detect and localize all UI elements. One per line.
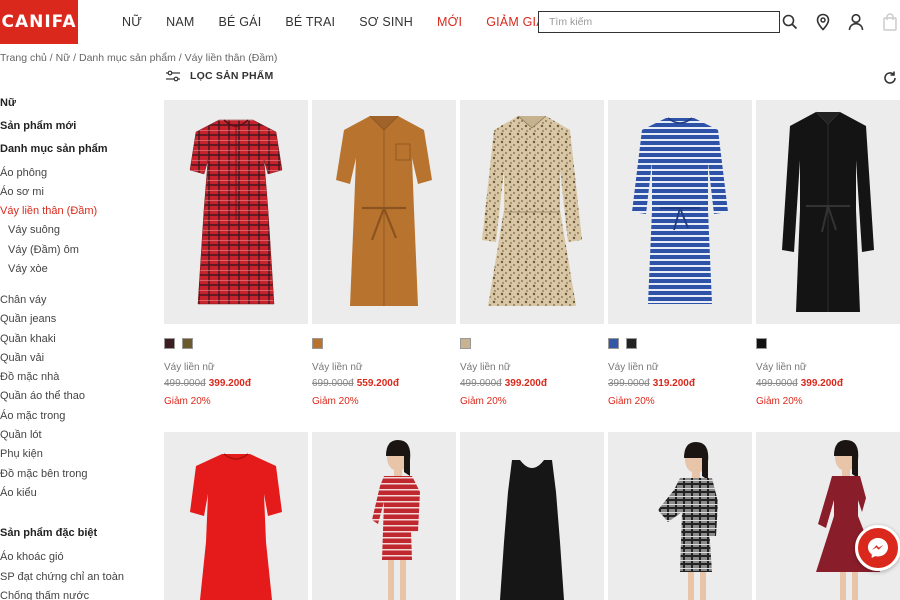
messenger-chat-button[interactable] (855, 525, 900, 571)
sidebar-item-do-mac-ben-trong[interactable]: Đồ mặc bên trong (0, 468, 87, 480)
search-icon[interactable] (780, 12, 800, 32)
sidebar-item-ao-so-mi[interactable]: Áo sơ mi (0, 186, 44, 198)
sidebar-item-san-pham-dac-biet[interactable]: Sản phẩm đặc biệt (0, 527, 97, 539)
refresh-icon[interactable] (882, 70, 898, 86)
nav-item-so-sinh[interactable]: SƠ SINH (359, 15, 413, 29)
sidebar-item-nu[interactable]: Nữ (0, 97, 16, 109)
nav-item-be-trai[interactable]: BÉ TRAI (285, 15, 335, 29)
sidebar-item-do-mac-nha[interactable]: Đồ mặc nhà (0, 371, 59, 383)
old-price: 499.000đ (756, 378, 798, 389)
product-price: 499.000đ 399.200đ (164, 378, 251, 389)
discount-label: Giảm 20% (460, 396, 507, 407)
sidebar-item-vay-xoe[interactable]: Váy xòe (8, 263, 48, 275)
sidebar-item-vay-om[interactable]: Váy (Đầm) ôm (8, 244, 79, 256)
color-swatch[interactable] (608, 338, 619, 349)
color-swatch[interactable] (182, 338, 193, 349)
filter-label: LỌC SẢN PHẨM (190, 70, 274, 82)
discount-label: Giảm 20% (164, 396, 211, 407)
sidebar-item-quan-jeans[interactable]: Quần jeans (0, 313, 56, 325)
search-input[interactable] (538, 11, 780, 33)
product-name[interactable]: Váy liền nữ (460, 362, 511, 373)
filter-icon (166, 70, 180, 82)
old-price: 499.000đ (460, 378, 502, 389)
nav-item-nu[interactable]: NỮ (122, 15, 142, 29)
product-name[interactable]: Váy liền nữ (164, 362, 215, 373)
product-price: 699.000đ 559.200đ (312, 378, 399, 389)
color-swatch[interactable] (626, 338, 637, 349)
sidebar-item-vay-lien-than[interactable]: Váy liền thân (Đầm) (0, 205, 97, 217)
site-header: CANIFA NỮ NAM BÉ GÁI BÉ TRAI SƠ SINH MỚI… (0, 0, 900, 44)
nav-item-nam[interactable]: NAM (166, 15, 194, 29)
product-image[interactable] (608, 432, 752, 600)
color-swatches (460, 338, 478, 349)
filter-toggle[interactable]: LỌC SẢN PHẨM (166, 70, 273, 82)
sidebar-item-ao-mac-trong[interactable]: Áo mặc trong (0, 410, 65, 422)
location-icon[interactable] (813, 12, 833, 32)
sale-price: 399.200đ (800, 378, 843, 389)
canifa-logo[interactable]: CANIFA (0, 0, 78, 44)
product-image[interactable] (460, 100, 604, 324)
sale-price: 399.200đ (504, 378, 547, 389)
product-name[interactable]: Váy liền nữ (756, 362, 807, 373)
sidebar-item-danh-muc[interactable]: Danh mục sản phẩm (0, 143, 108, 155)
sidebar-item-san-pham-moi[interactable]: Sản phẩm mới (0, 120, 76, 132)
product-image[interactable] (164, 100, 308, 324)
sale-price: 559.200đ (356, 378, 399, 389)
cart-icon[interactable] (880, 12, 900, 32)
old-price: 399.000đ (608, 378, 650, 389)
old-price: 499.000đ (164, 378, 206, 389)
sidebar-item-quan-khaki[interactable]: Quần khaki (0, 333, 56, 345)
product-name[interactable]: Váy liền nữ (312, 362, 363, 373)
product-name[interactable]: Váy liền nữ (608, 362, 659, 373)
nav-item-moi[interactable]: MỚI (437, 15, 462, 29)
sidebar-item-sp-chung-chi[interactable]: SP đạt chứng chỉ an toàn (0, 571, 124, 583)
color-swatch[interactable] (460, 338, 471, 349)
user-icon[interactable] (846, 12, 866, 32)
discount-label: Giảm 20% (312, 396, 359, 407)
sale-price: 319.200đ (652, 378, 695, 389)
color-swatches (164, 338, 200, 349)
sidebar-item-vay-suong[interactable]: Váy suông (8, 224, 60, 236)
nav-item-be-gai[interactable]: BÉ GÁI (219, 15, 262, 29)
color-swatch[interactable] (756, 338, 767, 349)
product-image[interactable] (608, 100, 752, 324)
sidebar-item-quan-vai[interactable]: Quần vải (0, 352, 44, 364)
sale-price: 399.200đ (208, 378, 251, 389)
sidebar-item-chan-vay[interactable]: Chân váy (0, 294, 46, 306)
color-swatch[interactable] (164, 338, 175, 349)
nav-item-giam-gia[interactable]: GIẢM GIÁ (486, 15, 545, 29)
product-price: 499.000đ 399.200đ (756, 378, 843, 389)
sidebar-item-ao-kieu[interactable]: Áo kiểu (0, 487, 37, 499)
product-image[interactable] (164, 432, 308, 600)
color-swatches (756, 338, 774, 349)
product-image[interactable] (756, 100, 900, 324)
main-nav: NỮ NAM BÉ GÁI BÉ TRAI SƠ SINH MỚI GIẢM G… (122, 0, 569, 44)
product-image[interactable] (460, 432, 604, 600)
color-swatches (608, 338, 644, 349)
product-image[interactable] (312, 100, 456, 324)
discount-label: Giảm 20% (608, 396, 655, 407)
sidebar-item-quan-ao-the-thao[interactable]: Quần áo thể thao (0, 390, 85, 402)
sidebar-item-chong-tham-nuoc[interactable]: Chống thấm nước (0, 590, 89, 600)
sidebar-item-phu-kien[interactable]: Phụ kiện (0, 448, 43, 460)
product-image[interactable] (312, 432, 456, 600)
discount-label: Giảm 20% (756, 396, 803, 407)
color-swatches (312, 338, 330, 349)
old-price: 699.000đ (312, 378, 354, 389)
sidebar-item-ao-khoac-gio[interactable]: Áo khoác gió (0, 551, 64, 563)
sidebar-item-quan-lot[interactable]: Quần lót (0, 429, 42, 441)
breadcrumb[interactable]: Trang chủ / Nữ / Danh mục sản phẩm / Váy… (0, 52, 277, 64)
product-price: 499.000đ 399.200đ (460, 378, 547, 389)
messenger-icon (868, 538, 888, 558)
color-swatch[interactable] (312, 338, 323, 349)
product-price: 399.000đ 319.200đ (608, 378, 695, 389)
sidebar-item-ao-phong[interactable]: Áo phông (0, 167, 47, 179)
product-image[interactable] (756, 432, 900, 600)
